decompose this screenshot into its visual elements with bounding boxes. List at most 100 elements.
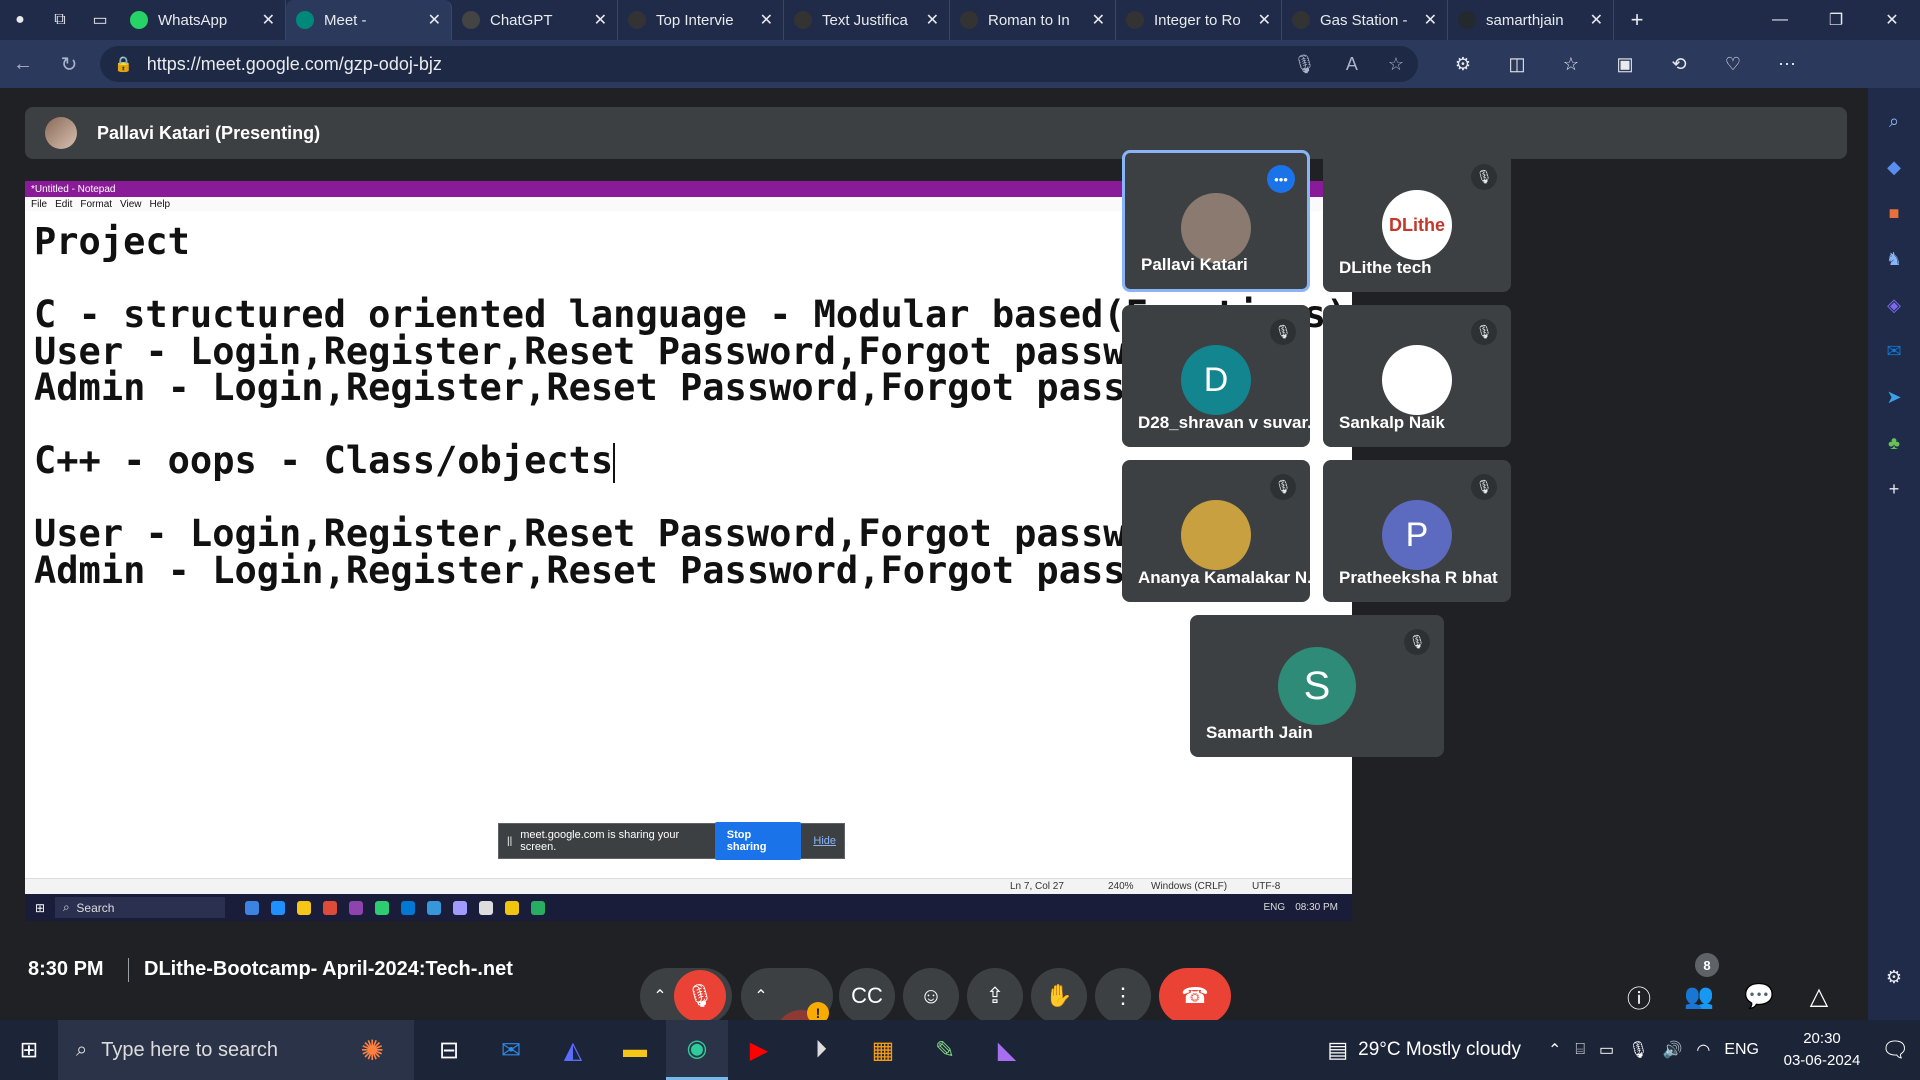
activities-icon[interactable]: △ <box>1801 978 1837 1014</box>
browser-tab[interactable]: Integer to Ro ✕ <box>1116 0 1282 40</box>
drag-handle-icon[interactable]: || <box>507 836 512 847</box>
stop-sharing-button[interactable]: Stop sharing <box>714 822 802 860</box>
visual-studio-icon <box>349 900 363 915</box>
youtube-icon[interactable]: ▶ <box>728 1020 790 1080</box>
more-options-icon[interactable]: ⋯ <box>1760 44 1814 84</box>
close-tab-icon[interactable]: ✕ <box>760 10 773 30</box>
browser-tab[interactable]: Top Intervie ✕ <box>618 0 784 40</box>
outlook-icon[interactable]: ✉ <box>1876 328 1912 374</box>
refresh-icon[interactable]: ↻ <box>46 44 92 84</box>
language-indicator[interactable]: ENG <box>1724 1041 1759 1059</box>
address-bar-row: ← ↻ 🔒 https://meet.google.com/gzp-odoj-b… <box>0 40 1920 88</box>
new-tab-button[interactable]: + <box>1614 0 1660 40</box>
collections-icon[interactable]: ▣ <box>1598 44 1652 84</box>
chevron-up-icon[interactable]: ⌃ <box>747 986 775 1006</box>
close-window-icon[interactable]: ✕ <box>1864 0 1920 40</box>
hide-link[interactable]: Hide <box>813 835 836 847</box>
games-icon[interactable]: ♞ <box>1876 236 1912 282</box>
mail-icon[interactable]: ✉ <box>480 1020 542 1080</box>
history-icon[interactable]: ⟲ <box>1652 44 1706 84</box>
close-tab-icon[interactable]: ✕ <box>262 10 275 30</box>
performance-icon[interactable]: ♡ <box>1706 44 1760 84</box>
meeting-info-icon[interactable]: ⓘ <box>1621 978 1657 1014</box>
task-view-icon[interactable]: ⊟ <box>418 1020 480 1080</box>
notepad-menu-item: Edit <box>55 198 73 210</box>
participant-tile[interactable]: 🎙 Sankalp Naik <box>1323 305 1511 447</box>
participant-tile[interactable]: 🎙 Ananya Kamalakar N... <box>1122 460 1321 602</box>
store-icon[interactable]: ▦ <box>852 1020 914 1080</box>
battery-icon[interactable]: ▭ <box>1599 1040 1614 1060</box>
more-options-button[interactable]: ⋮ <box>1095 968 1151 1024</box>
shared-tray: ENG 08:30 PM <box>1254 902 1352 913</box>
github-icon <box>1458 11 1476 29</box>
notepad-icon[interactable]: ✎ <box>914 1020 976 1080</box>
close-tab-icon[interactable]: ✕ <box>926 10 939 30</box>
shopping-icon[interactable]: ◆ <box>1876 144 1912 190</box>
raise-hand-button[interactable]: ✋ <box>1031 968 1087 1024</box>
settings-icon[interactable]: ⚙ <box>1876 954 1912 1000</box>
participant-tile[interactable]: DLithe 🎙 DLithe tech <box>1323 150 1511 292</box>
tab-actions-icon[interactable]: ▭ <box>80 0 120 40</box>
workspaces-icon[interactable]: ⧉ <box>40 0 80 40</box>
add-icon[interactable]: + <box>1876 466 1912 512</box>
close-tab-icon[interactable]: ✕ <box>1590 10 1603 30</box>
browser-tab[interactable]: ChatGPT ✕ <box>452 0 618 40</box>
browser-tab[interactable]: Meet - ✕ <box>286 0 452 40</box>
participant-tile[interactable]: P 🎙 Pratheeksha R bhat <box>1323 460 1511 602</box>
visual-studio-icon[interactable]: ◣ <box>976 1020 1038 1080</box>
send-icon[interactable]: ➤ <box>1876 374 1912 420</box>
close-tab-icon[interactable]: ✕ <box>428 10 441 30</box>
restore-icon[interactable]: ❐ <box>1808 0 1864 40</box>
media-player-icon[interactable]: ⏵ <box>790 1020 852 1080</box>
tree-icon[interactable]: ♣ <box>1876 420 1912 466</box>
captions-button[interactable]: CC <box>839 968 895 1024</box>
participant-tile[interactable]: D 🎙 D28_shravan v suvar... <box>1122 305 1321 447</box>
participant-tile[interactable]: ••• Pallavi Katari <box>1122 150 1310 292</box>
edge-icon[interactable]: ◉ <box>666 1020 728 1080</box>
weather-widget[interactable]: ▤ 29°C Mostly cloudy <box>1327 1037 1521 1063</box>
read-aloud-icon[interactable]: A <box>1346 54 1358 75</box>
microphone-toggle-button[interactable]: 🎙 <box>674 970 726 1022</box>
favorite-star-icon[interactable]: ☆ <box>1388 54 1404 75</box>
chevron-up-icon[interactable]: ⌃ <box>1548 1040 1561 1060</box>
file-explorer-icon[interactable]: ▬ <box>604 1020 666 1080</box>
network-icon[interactable]: ⌸ <box>1575 1041 1585 1059</box>
windows-start-icon[interactable]: ⊞ <box>0 1020 58 1080</box>
browser-tab[interactable]: WhatsApp ✕ <box>120 0 286 40</box>
url-text[interactable]: https://meet.google.com/gzp-odoj-bjz <box>147 54 1263 75</box>
browser-tab[interactable]: Gas Station - ✕ <box>1282 0 1448 40</box>
app-icon[interactable]: ◭ <box>542 1020 604 1080</box>
people-icon[interactable]: 👥 <box>1681 978 1717 1014</box>
minimize-icon[interactable]: — <box>1752 0 1808 40</box>
speaker-icon[interactable]: 🔊 <box>1662 1040 1682 1060</box>
reactions-button[interactable]: ☺ <box>903 968 959 1024</box>
browser-tab[interactable]: Roman to In ✕ <box>950 0 1116 40</box>
back-icon[interactable]: ← <box>0 44 46 84</box>
present-button[interactable]: ⇪ <box>967 968 1023 1024</box>
close-tab-icon[interactable]: ✕ <box>1092 10 1105 30</box>
extensions-icon[interactable]: ⚙ <box>1436 44 1490 84</box>
microphone-icon[interactable]: 🎙 <box>1293 54 1316 75</box>
split-screen-icon[interactable]: ◫ <box>1490 44 1544 84</box>
microphone-icon[interactable]: 🎙 <box>1628 1040 1648 1060</box>
copilot-icon[interactable]: ◈ <box>1876 282 1912 328</box>
taskbar-search[interactable]: ⌕ Type here to search ✺ <box>58 1020 414 1080</box>
search-icon[interactable]: ⌕ <box>1876 98 1912 144</box>
hang-up-icon: ☎ <box>1181 983 1209 1008</box>
clock[interactable]: 20:30 03-06-2024 <box>1774 1028 1870 1072</box>
tools-icon[interactable]: ■ <box>1876 190 1912 236</box>
chevron-up-icon[interactable]: ⌃ <box>646 986 674 1006</box>
browser-tab[interactable]: Text Justifica ✕ <box>784 0 950 40</box>
notifications-icon[interactable]: 🗨 <box>1870 1037 1920 1063</box>
close-tab-icon[interactable]: ✕ <box>594 10 607 30</box>
close-tab-icon[interactable]: ✕ <box>1258 10 1271 30</box>
chat-icon[interactable]: 💬 <box>1741 978 1777 1014</box>
participant-tile[interactable]: S 🎙 Samarth Jain <box>1190 615 1444 757</box>
favorites-icon[interactable]: ☆ <box>1544 44 1598 84</box>
address-bar[interactable]: 🔒 https://meet.google.com/gzp-odoj-bjz 🎙… <box>100 46 1418 82</box>
leave-call-button[interactable]: ☎ <box>1159 968 1231 1024</box>
wifi-icon[interactable]: ◠ <box>1696 1040 1710 1060</box>
close-tab-icon[interactable]: ✕ <box>1424 10 1437 30</box>
profile-icon[interactable]: ● <box>0 0 40 40</box>
browser-tab[interactable]: samarthjain ✕ <box>1448 0 1614 40</box>
